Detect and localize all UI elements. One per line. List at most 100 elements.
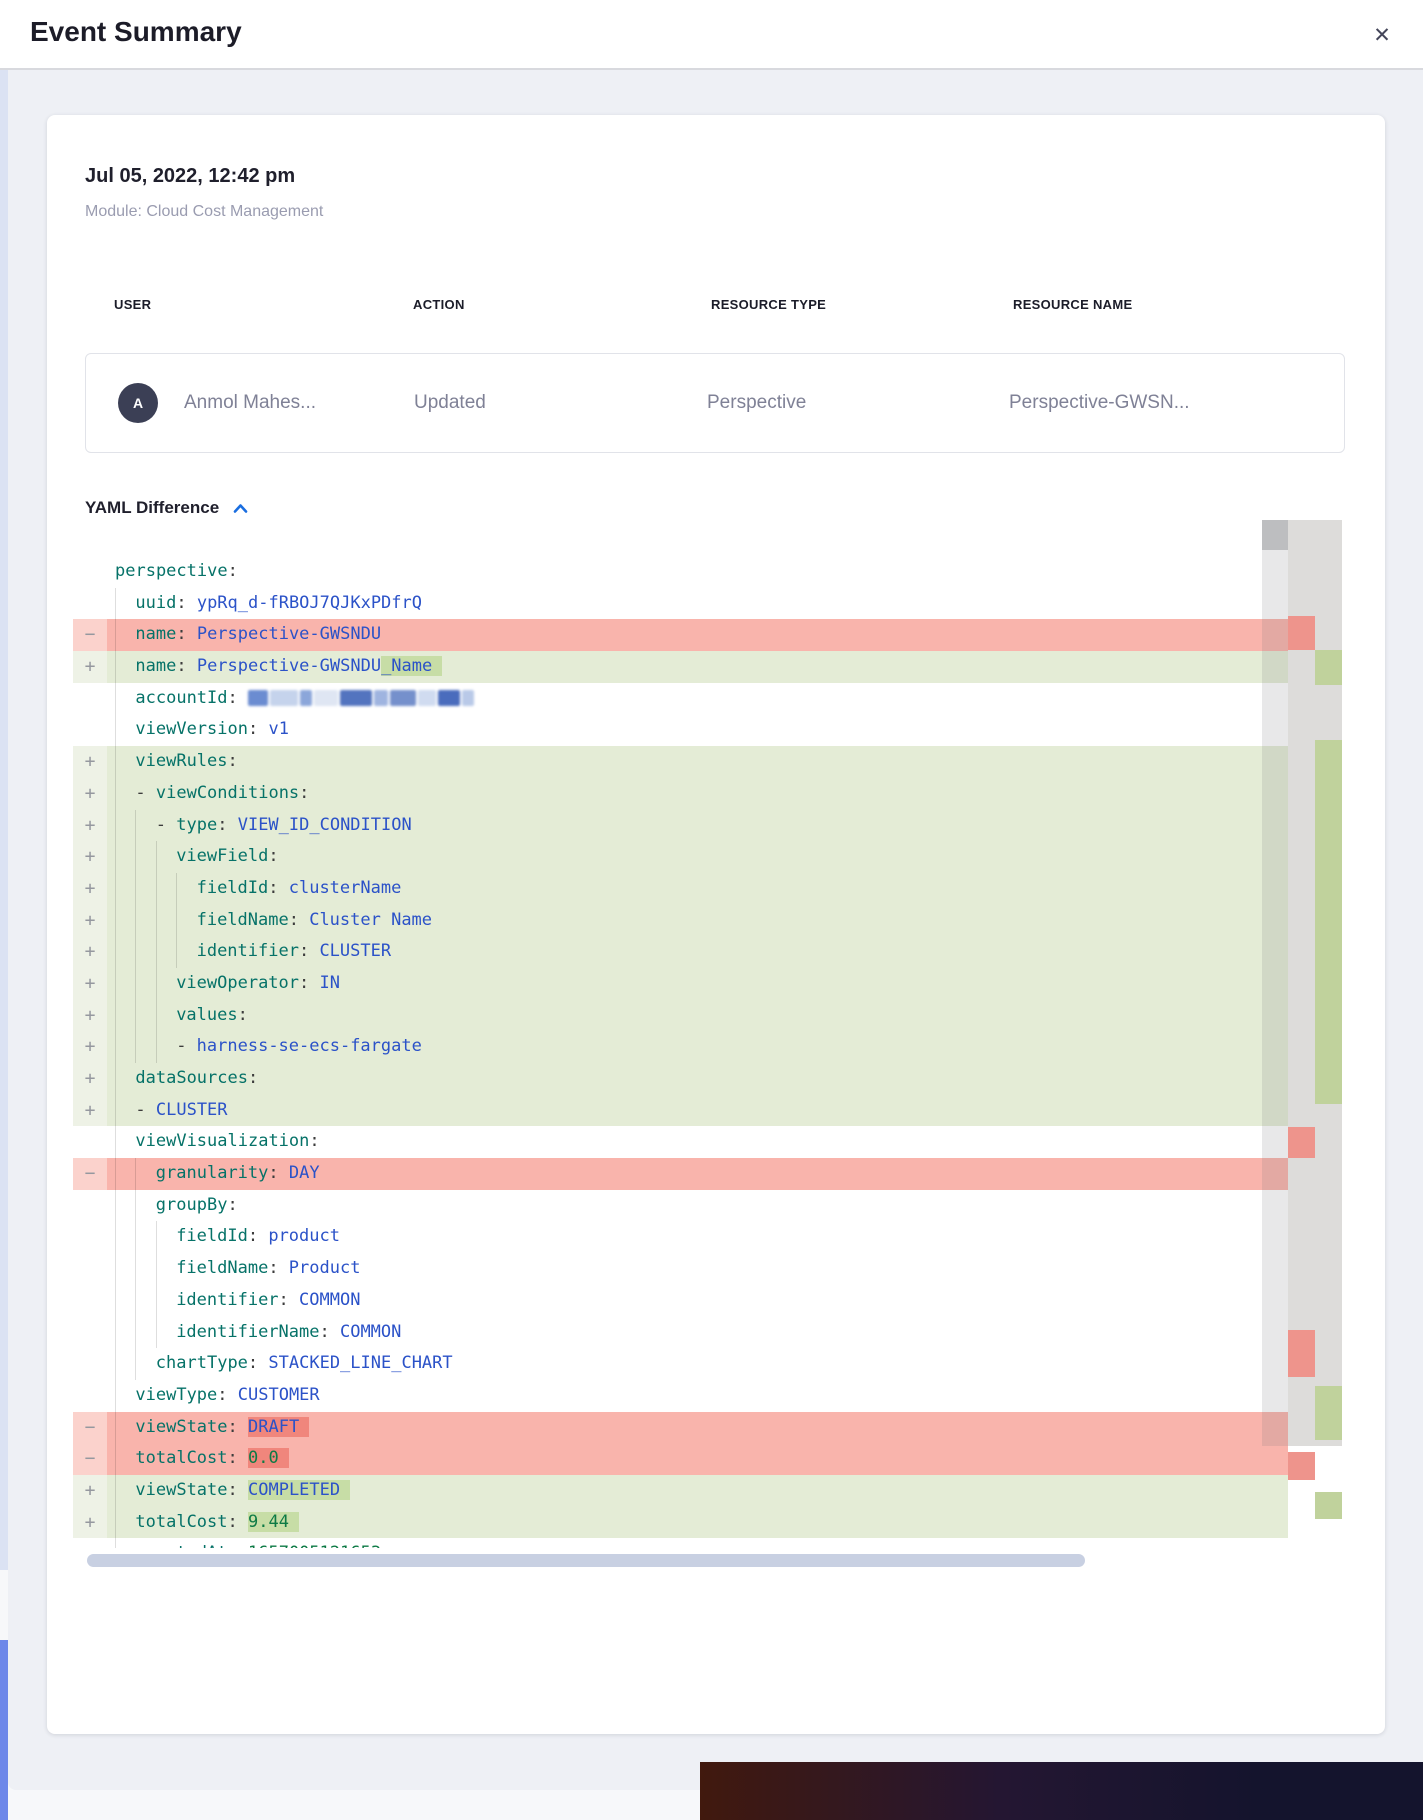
diff-text: chartType: STACKED_LINE_CHART [156, 1353, 453, 1373]
diff-gutter-sign: + [73, 936, 107, 968]
yaml-colon: : [279, 1290, 299, 1310]
diff-code: viewField: [107, 841, 1288, 873]
table-header-row: USER ACTION RESOURCE TYPE RESOURCE NAME [114, 297, 1354, 312]
yaml-colon: : [176, 593, 196, 613]
diff-text: totalCost: 0.0 [135, 1448, 288, 1468]
yaml-colon: : [248, 719, 268, 739]
diff-lines[interactable]: perspective:uuid: ypRq_d-fRBOJ7QJKxPDfrQ… [73, 548, 1288, 1548]
diff-gutter-sign: − [73, 1158, 107, 1190]
redacted-pixel [314, 690, 338, 706]
diff-overview-ruler[interactable] [1288, 520, 1342, 1580]
diff-text: viewVisualization: [135, 1131, 319, 1151]
diff-text: createdAt: 1657005121653 [135, 1543, 381, 1548]
diff-code: values: [107, 1000, 1288, 1032]
indent-guide [176, 905, 177, 937]
indent-guide [115, 1475, 116, 1507]
diff-code: viewVersion: v1 [107, 714, 1288, 746]
modal-header: Event Summary ✕ [0, 0, 1423, 70]
yaml-value: Perspective-GWSNDU [197, 656, 381, 676]
diff-gutter-sign: + [73, 1507, 107, 1539]
diff-gutter-sign [73, 1126, 107, 1158]
indent-guide [135, 1253, 136, 1285]
yaml-colon: : [299, 783, 309, 803]
avatar: A [118, 383, 158, 423]
vertical-scrollbar-thumb[interactable] [1262, 520, 1288, 550]
diff-line: +viewOperator: IN [73, 968, 1288, 1000]
yaml-key: dataSources [135, 1068, 248, 1088]
indent-guide [115, 1031, 116, 1063]
event-card: Jul 05, 2022, 12:42 pm Module: Cloud Cos… [47, 115, 1385, 1734]
diff-code: groupBy: [107, 1190, 1288, 1222]
diff-gutter-sign: + [73, 746, 107, 778]
indent-guide [135, 905, 136, 937]
diff-line: +- CLUSTER [73, 1095, 1288, 1127]
yaml-value: Perspective-GWSNDU [197, 624, 381, 644]
yaml-key: name [135, 624, 176, 644]
redacted-pixel [248, 690, 268, 706]
diff-code: viewType: CUSTOMER [107, 1380, 1288, 1412]
diff-code: - type: VIEW_ID_CONDITION [107, 810, 1288, 842]
page-left-strip [0, 0, 8, 1570]
yaml-colon: : [217, 1385, 237, 1405]
indent-guide [115, 1253, 116, 1285]
diff-text: granularity: DAY [156, 1163, 320, 1183]
page-left-strip-blue [0, 1640, 8, 1820]
indent-guide [115, 1095, 116, 1127]
indent-guide [115, 1348, 116, 1380]
yaml-colon: : [227, 1195, 237, 1215]
indent-guide [135, 1000, 136, 1032]
yaml-key: identifierName [176, 1322, 319, 1342]
overview-mark-del [1288, 616, 1315, 650]
diff-code: viewState: COMPLETED [107, 1475, 1288, 1507]
modal-title: Event Summary [30, 16, 242, 48]
diff-line: viewVisualization: [73, 1126, 1288, 1158]
diff-code: totalCost: 0.0 [107, 1443, 1288, 1475]
close-icon[interactable]: ✕ [1365, 18, 1399, 52]
vertical-scrollbar[interactable] [1262, 520, 1288, 1446]
yaml-value: STACKED_LINE_CHART [268, 1353, 452, 1373]
indent-guide [115, 810, 116, 842]
yaml-colon: : [228, 688, 248, 708]
diff-gutter-sign [73, 683, 107, 715]
yaml-key: accountId [135, 688, 227, 708]
indent-guide [135, 936, 136, 968]
action-value: Updated [414, 392, 707, 414]
yaml-key: viewType [135, 1385, 217, 1405]
yaml-key: fieldId [197, 878, 269, 898]
yaml-key: perspective [115, 561, 228, 581]
overview-mark-del [1288, 1127, 1315, 1158]
indent-guide [176, 936, 177, 968]
diff-gutter-sign [73, 714, 107, 746]
indent-guide [115, 714, 116, 746]
diff-gutter-sign [73, 1285, 107, 1317]
overview-mark-del [1288, 1330, 1315, 1377]
diff-gutter-sign: + [73, 841, 107, 873]
indent-guide [156, 1253, 157, 1285]
horizontal-scrollbar-thumb[interactable] [87, 1554, 1085, 1567]
yaml-difference-toggle[interactable]: YAML Difference [85, 498, 248, 518]
diff-line: accountId: [73, 683, 1288, 715]
diff-code: accountId: [107, 683, 1288, 715]
yaml-key: totalCost [135, 1512, 227, 1532]
indent-guide [156, 873, 157, 905]
indent-guide [115, 905, 116, 937]
indent-guide [135, 968, 136, 1000]
yaml-colon: : [268, 878, 288, 898]
diff-text: name: Perspective-GWSNDU [135, 624, 381, 644]
diff-line: viewVersion: v1 [73, 714, 1288, 746]
resource-name-value: Perspective-GWSN... [1009, 392, 1344, 414]
diff-text: viewOperator: IN [176, 973, 340, 993]
yaml-colon: : [319, 1322, 339, 1342]
diff-gutter-sign: − [73, 619, 107, 651]
indent-guide [115, 1000, 116, 1032]
diff-line: +- harness-se-ecs-fargate [73, 1031, 1288, 1063]
yaml-key: identifier [176, 1290, 278, 1310]
redacted-pixel [390, 690, 416, 706]
redacted-pixel [300, 690, 312, 706]
indent-guide [115, 1158, 116, 1190]
diff-line: − name: Perspective-GWSNDU [73, 619, 1288, 651]
diff-text: totalCost: 9.44 [135, 1512, 299, 1532]
yaml-key: viewState [135, 1480, 227, 1500]
yaml-key: viewRules [135, 751, 227, 771]
diff-text: viewType: CUSTOMER [135, 1385, 319, 1405]
